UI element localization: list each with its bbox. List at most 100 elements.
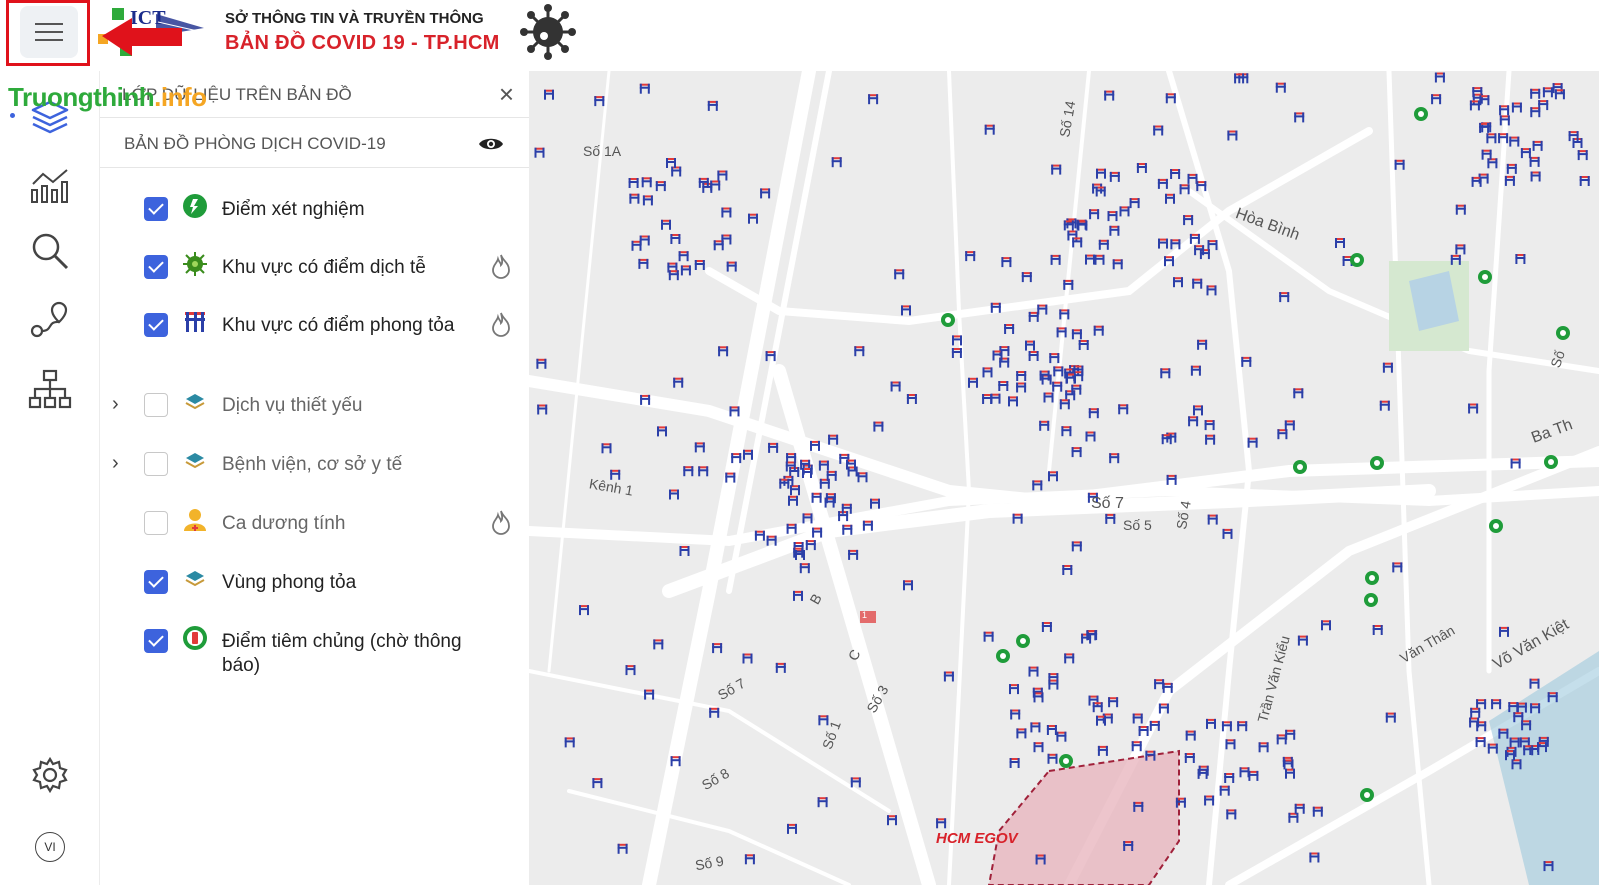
lockdown-marker-icon[interactable] [1277, 429, 1288, 440]
lockdown-marker-icon[interactable] [534, 147, 545, 158]
layer-checkbox[interactable] [144, 452, 168, 476]
lockdown-marker-icon[interactable] [850, 777, 861, 788]
lockdown-marker-icon[interactable] [1297, 635, 1308, 646]
lockdown-marker-icon[interactable] [1028, 351, 1039, 361]
lockdown-marker-icon[interactable] [579, 605, 589, 616]
lockdown-marker-icon[interactable] [1321, 620, 1331, 631]
lockdown-marker-icon[interactable] [1066, 373, 1076, 384]
lockdown-marker-icon[interactable] [1085, 254, 1095, 265]
heatmap-flame-icon[interactable] [490, 311, 512, 342]
lockdown-marker-icon[interactable] [594, 96, 605, 107]
lockdown-marker-icon[interactable] [717, 170, 728, 181]
lockdown-marker-icon[interactable] [1095, 186, 1106, 197]
chevron-right-icon[interactable]: › [112, 393, 119, 416]
lockdown-marker-icon[interactable] [1175, 797, 1186, 808]
lockdown-marker-icon[interactable] [625, 665, 636, 676]
lockdown-marker-icon[interactable] [721, 207, 732, 218]
lockdown-marker-icon[interactable] [1491, 699, 1502, 710]
lockdown-marker-icon[interactable] [826, 470, 837, 481]
lockdown-marker-icon[interactable] [653, 639, 664, 650]
lockdown-marker-icon[interactable] [1179, 184, 1190, 195]
lockdown-marker-icon[interactable] [678, 251, 689, 262]
heatmap-flame-icon[interactable] [490, 253, 512, 284]
lockdown-marker-icon[interactable] [1207, 514, 1218, 525]
lockdown-marker-icon[interactable] [990, 393, 1001, 404]
lockdown-marker-icon[interactable] [936, 818, 947, 829]
lockdown-marker-icon[interactable] [766, 535, 777, 546]
lockdown-marker-icon[interactable] [694, 442, 705, 453]
lockdown-marker-icon[interactable] [848, 549, 859, 560]
lockdown-marker-icon[interactable] [1157, 178, 1168, 189]
lockdown-marker-icon[interactable] [1046, 725, 1057, 735]
lockdown-marker-icon[interactable] [1226, 809, 1237, 820]
lockdown-marker-icon[interactable] [629, 193, 640, 204]
lockdown-marker-icon[interactable] [1154, 679, 1165, 690]
test-site-marker-icon[interactable] [1365, 571, 1379, 585]
lockdown-marker-icon[interactable] [1088, 408, 1099, 419]
lockdown-marker-icon[interactable] [857, 472, 868, 483]
lockdown-marker-icon[interactable] [1293, 388, 1304, 399]
lockdown-marker-icon[interactable] [683, 466, 694, 477]
lockdown-marker-icon[interactable] [1577, 150, 1588, 161]
lockdown-marker-icon[interactable] [779, 478, 790, 489]
lockdown-marker-icon[interactable] [1530, 107, 1541, 118]
lockdown-marker-icon[interactable] [1530, 88, 1541, 99]
lockdown-marker-icon[interactable] [818, 460, 829, 471]
lockdown-marker-icon[interactable] [1185, 730, 1196, 741]
lockdown-marker-icon[interactable] [1160, 368, 1171, 379]
lockdown-marker-icon[interactable] [1129, 198, 1140, 209]
lockdown-marker-icon[interactable] [1109, 225, 1120, 236]
lockdown-marker-icon[interactable] [726, 261, 737, 272]
lockdown-marker-icon[interactable] [1206, 718, 1216, 729]
lockdown-marker-icon[interactable] [1197, 339, 1208, 350]
lockdown-marker-icon[interactable] [1158, 238, 1168, 249]
lockdown-marker-icon[interactable] [1283, 759, 1294, 770]
lockdown-marker-icon[interactable] [1470, 707, 1481, 718]
layer-row[interactable]: › Bệnh viện, cơ sở y tế [100, 448, 530, 488]
lockdown-marker-icon[interactable] [1136, 163, 1147, 173]
lockdown-marker-icon[interactable] [799, 563, 810, 574]
lockdown-marker-icon[interactable] [537, 404, 548, 415]
lockdown-marker-icon[interactable] [890, 381, 901, 392]
lockdown-marker-icon[interactable] [998, 381, 1009, 391]
lockdown-marker-icon[interactable] [1170, 239, 1181, 250]
lockdown-marker-icon[interactable] [901, 305, 911, 316]
lockdown-marker-icon[interactable] [1288, 812, 1299, 823]
lockdown-marker-icon[interactable] [1239, 767, 1250, 778]
layer-row[interactable]: Khu vực có điểm phong tỏa [100, 309, 530, 369]
lockdown-marker-icon[interactable] [617, 843, 628, 854]
lockdown-marker-icon[interactable] [671, 166, 682, 177]
lockdown-marker-icon[interactable] [1509, 136, 1520, 147]
lockdown-marker-icon[interactable] [983, 631, 994, 642]
lockdown-marker-icon[interactable] [1132, 713, 1143, 724]
lockdown-marker-icon[interactable] [1071, 447, 1082, 458]
lockdown-marker-icon[interactable] [1008, 396, 1018, 407]
lockdown-marker-icon[interactable] [1469, 717, 1480, 728]
lockdown-marker-icon[interactable] [1063, 220, 1074, 231]
lockdown-marker-icon[interactable] [1515, 254, 1526, 264]
layer-checkbox[interactable] [144, 629, 168, 653]
test-site-marker-icon[interactable] [1016, 634, 1030, 648]
lockdown-marker-icon[interactable] [805, 540, 816, 551]
lockdown-marker-icon[interactable] [1059, 399, 1070, 410]
lockdown-marker-icon[interactable] [1071, 384, 1082, 395]
lockdown-marker-icon[interactable] [712, 643, 723, 654]
lockdown-marker-icon[interactable] [1455, 204, 1466, 215]
lockdown-marker-icon[interactable] [670, 234, 681, 244]
lockdown-marker-icon[interactable] [661, 219, 671, 230]
lockdown-marker-icon[interactable] [1479, 122, 1490, 133]
lockdown-marker-icon[interactable] [655, 181, 666, 192]
lockdown-marker-icon[interactable] [831, 157, 842, 168]
lockdown-marker-icon[interactable] [1284, 420, 1295, 431]
lockdown-marker-icon[interactable] [1188, 416, 1199, 427]
lockdown-marker-icon[interactable] [1312, 806, 1323, 817]
lockdown-marker-icon[interactable] [1016, 371, 1027, 381]
lockdown-marker-icon[interactable] [1161, 434, 1172, 445]
lockdown-marker-icon[interactable] [943, 671, 954, 682]
lockdown-marker-icon[interactable] [760, 188, 771, 199]
lockdown-marker-icon[interactable] [894, 269, 905, 280]
lockdown-marker-icon[interactable] [1294, 803, 1305, 814]
lockdown-marker-icon[interactable] [847, 466, 858, 477]
lockdown-marker-icon[interactable] [1385, 712, 1396, 723]
lockdown-marker-icon[interactable] [669, 489, 679, 500]
